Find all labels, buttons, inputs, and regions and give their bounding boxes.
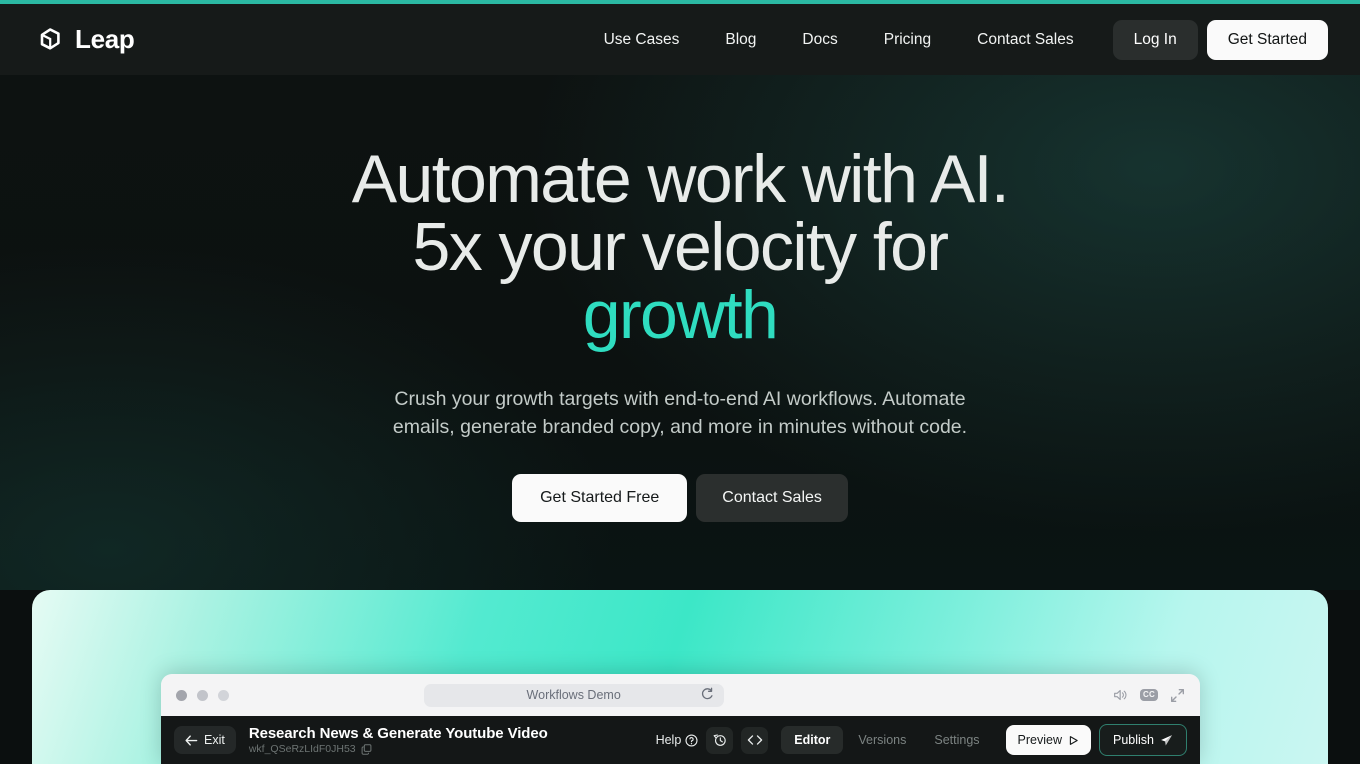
send-paper-plane-icon	[1160, 734, 1173, 747]
nav-link-docs[interactable]: Docs	[779, 31, 860, 49]
hero-section: Automate work with AI. 5x your velocity …	[0, 75, 1360, 590]
tab-versions[interactable]: Versions	[845, 726, 919, 754]
cube-outline-icon	[36, 26, 64, 54]
url-label: Workflows Demo	[526, 688, 621, 702]
page-title: Automate work with AI. 5x your velocity …	[0, 145, 1360, 349]
top-accent-bar	[0, 0, 1360, 4]
browser-url-bar[interactable]: Workflows Demo	[423, 683, 724, 707]
traffic-lights	[176, 689, 229, 701]
tab-editor[interactable]: Editor	[781, 726, 844, 754]
exit-label: Exit	[204, 733, 225, 747]
publish-label: Publish	[1113, 733, 1154, 747]
log-in-button[interactable]: Log In	[1112, 19, 1198, 60]
headline-accent-word: growth	[582, 277, 779, 353]
arrow-left-icon	[185, 734, 198, 746]
browser-chrome-bar: Workflows Demo CC	[161, 674, 1200, 716]
maximize-dot-icon[interactable]	[218, 689, 229, 701]
nav-links: Use Cases Blog Docs Pricing Contact Sale…	[581, 31, 1097, 49]
browser-mockup: Workflows Demo CC Exit Research News & G…	[161, 674, 1200, 764]
close-dot-icon[interactable]	[176, 689, 187, 701]
exit-button[interactable]: Exit	[174, 726, 236, 754]
workflow-title: Research News & Generate Youtube Video	[248, 725, 548, 742]
site-navbar: Leap Use Cases Blog Docs Pricing Contact…	[0, 4, 1360, 75]
workflow-app-toolbar: Exit Research News & Generate Youtube Vi…	[161, 716, 1200, 764]
get-started-free-button[interactable]: Get Started Free	[512, 473, 688, 522]
headline-line-1: Automate work with AI.	[351, 141, 1010, 217]
workflow-id-row: wkf_QSeRzLIdF0JH53	[249, 743, 548, 755]
copy-icon[interactable]	[361, 743, 372, 755]
hero-subheadline: Crush your growth targets with end-to-en…	[392, 388, 968, 439]
get-started-button[interactable]: Get Started	[1206, 19, 1328, 60]
preview-button[interactable]: Preview	[1005, 725, 1091, 755]
nav-link-use-cases[interactable]: Use Cases	[581, 31, 703, 49]
publish-button[interactable]: Publish	[1099, 724, 1187, 756]
play-triangle-icon	[1068, 735, 1079, 746]
closed-caption-icon[interactable]: CC	[1140, 689, 1158, 701]
brand-name: Leap	[75, 24, 135, 54]
help-button[interactable]: Help	[656, 733, 699, 747]
fullscreen-icon[interactable]	[1170, 688, 1185, 703]
nav-actions: Log In Get Started	[1112, 19, 1328, 60]
headline-line-2: 5x your velocity for	[412, 209, 949, 285]
workflow-meta: Research News & Generate Youtube Video w…	[249, 725, 548, 755]
volume-icon[interactable]	[1113, 688, 1128, 702]
nav-link-contact-sales[interactable]: Contact Sales	[954, 31, 1097, 49]
history-clock-icon[interactable]	[706, 726, 734, 754]
minimize-dot-icon[interactable]	[197, 689, 208, 701]
preview-label: Preview	[1017, 733, 1062, 747]
hero-cta-row: Get Started Free Contact Sales	[0, 473, 1360, 522]
browser-chrome-right-icons: CC	[1113, 688, 1185, 703]
nav-link-pricing[interactable]: Pricing	[861, 31, 954, 49]
help-label: Help	[655, 733, 682, 747]
workflow-id: wkf_QSeRzLIdF0JH53	[248, 743, 356, 755]
nav-link-blog[interactable]: Blog	[702, 31, 779, 49]
reload-icon[interactable]	[700, 687, 714, 701]
tab-settings[interactable]: Settings	[921, 726, 992, 754]
toolbar-right-group: Help Editor Versions Settings Preview Pu…	[656, 724, 1187, 756]
landing-page: Leap Use Cases Blog Docs Pricing Contact…	[0, 0, 1360, 764]
code-brackets-icon[interactable]	[741, 726, 769, 754]
brand-logo[interactable]: Leap	[36, 24, 135, 55]
workflow-tabs: Editor Versions Settings	[781, 726, 992, 754]
question-circle-icon	[685, 733, 698, 747]
contact-sales-button[interactable]: Contact Sales	[696, 473, 848, 522]
